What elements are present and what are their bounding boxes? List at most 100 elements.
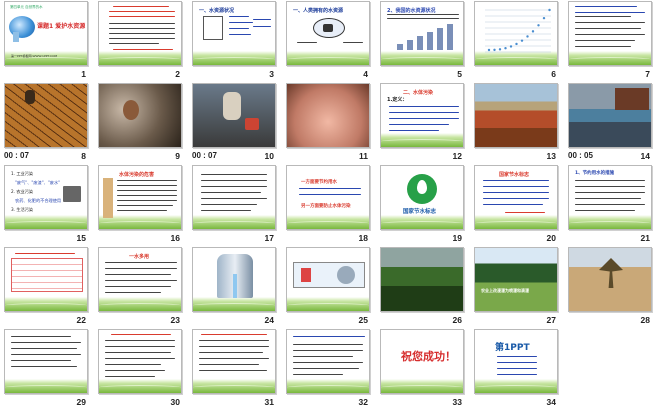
- text-line: [199, 340, 269, 342]
- slide-thumbnail-25[interactable]: 25: [282, 246, 376, 328]
- text-line: [389, 124, 449, 126]
- text-line: [201, 204, 257, 206]
- slide-number: 15: [76, 233, 86, 243]
- slide-thumbnail-21[interactable]: 1、节约用水的措施 21: [564, 164, 658, 246]
- slide-thumbnail-11[interactable]: 11: [282, 82, 376, 164]
- slide-thumbnail-4[interactable]: 一、人类拥有的水资源 4: [282, 0, 376, 82]
- slide-thumbnail-7[interactable]: 7: [564, 0, 658, 82]
- text-line: [299, 188, 361, 190]
- text-line: [575, 192, 645, 194]
- slide-thumbnail-15[interactable]: 1. 工业污染 "废气"、"废渣"、"废水" 2. 农业污染 农药、化肥的不合理使用 3…: [0, 164, 94, 246]
- text-line: [199, 364, 259, 366]
- slide-thumbnail-18[interactable]: 一方面要节约用水 另一方面要防止水体污染 18: [282, 164, 376, 246]
- text-line: [201, 198, 267, 200]
- text-line: [105, 376, 155, 378]
- slide-thumbnail-26[interactable]: 26: [376, 246, 470, 328]
- irrigation-field-photo: [475, 248, 557, 311]
- slide-footer-band: [475, 379, 557, 393]
- slide-thumbnail-23[interactable]: 一水多用 23: [94, 246, 188, 328]
- slide-footer-band: [381, 133, 463, 147]
- slide-footer-band: [99, 379, 181, 393]
- slide-thumbnail-1[interactable]: 第四单元 自然界的水 课题1 爱护水资源 第一PPT模板网-WWW.1PPT.COM…: [0, 0, 94, 82]
- text-line: [199, 352, 263, 354]
- slide-number: 12: [452, 151, 462, 161]
- text-line: [575, 40, 635, 42]
- text-line: [117, 200, 177, 202]
- slide-footer-band: [5, 379, 87, 393]
- slide-thumbnail-17[interactable]: 17: [188, 164, 282, 246]
- chart-bar: [447, 24, 453, 50]
- slide-number: 2: [175, 69, 180, 79]
- text-line: [105, 370, 165, 372]
- slide-number: 10: [264, 151, 274, 161]
- slide-thumbnail-28[interactable]: 28: [564, 246, 658, 328]
- slide-number: 17: [264, 233, 274, 243]
- slide-thumbnail-8[interactable]: 00 : 07 8: [0, 82, 94, 164]
- slide-number: 11: [359, 151, 368, 161]
- slide-thumbnail-29[interactable]: 29: [0, 328, 94, 410]
- text-line: [117, 190, 177, 192]
- chart-point: [548, 8, 551, 12]
- text-line: [575, 204, 645, 206]
- slide-thumbnail-24[interactable]: 24: [188, 246, 282, 328]
- slide-title: 一水多用: [129, 254, 150, 260]
- slide-number: 9: [175, 151, 180, 161]
- slide-thumbnail-14[interactable]: 00 : 05 14: [564, 82, 658, 164]
- slide-footer-band: [569, 215, 651, 229]
- text-line: [201, 174, 267, 176]
- slide-thumbnail-20[interactable]: 国家节水标志 20: [470, 164, 564, 246]
- slide-number: 29: [76, 397, 86, 407]
- water-stream: [233, 274, 237, 298]
- text-line: [389, 130, 439, 132]
- slide-timing: 00 : 07: [192, 151, 217, 160]
- slide-thumbnail-5[interactable]: 2、我国的水资源状况 5: [376, 0, 470, 82]
- ppt-logo: 第1PPT: [495, 343, 530, 353]
- slide-thumbnail-9[interactable]: 9: [94, 82, 188, 164]
- slide-thumbnail-2[interactable]: 2: [94, 0, 188, 82]
- text-line: [109, 33, 175, 35]
- slide-thumbnail-33[interactable]: 祝您成功！ 33: [376, 328, 470, 410]
- slide-thumbnail-13[interactable]: 13: [470, 82, 564, 164]
- slide-thumbnail-6[interactable]: 6: [470, 0, 564, 82]
- child-figure: [123, 100, 139, 120]
- text-line: [293, 350, 363, 352]
- slide-footer-band: [475, 215, 557, 229]
- text-line: [105, 280, 177, 282]
- slide-thumbnail-32[interactable]: 32: [282, 328, 376, 410]
- slide-footer-band: [569, 51, 651, 65]
- text-line: [229, 34, 251, 36]
- slide-thumbnail-19[interactable]: 国家节水标志 19: [376, 164, 470, 246]
- pollution-source-line: "废气"、"废渣"、"废水": [15, 180, 61, 185]
- slide-number: 34: [546, 397, 556, 407]
- slide-thumbnail-30[interactable]: 30: [94, 328, 188, 410]
- slide-timing: 00 : 05: [568, 151, 593, 160]
- text-line: [109, 11, 175, 13]
- slide-thumbnail-16[interactable]: 水体污染的危害 16: [94, 164, 188, 246]
- polluted-river-photo: [475, 84, 557, 147]
- text-line: [575, 16, 631, 18]
- text-line: [117, 185, 177, 187]
- slide-number: 26: [452, 315, 462, 325]
- slide-thumbnail-10[interactable]: 00 : 07 10: [188, 82, 282, 164]
- slide-thumbnail-12[interactable]: 二、水体污染 1.定义： 12: [376, 82, 470, 164]
- slide-thumbnail-27[interactable]: 农业上改漫灌为喷灌和滴灌 27: [470, 246, 564, 328]
- text-line: [11, 342, 81, 344]
- slide-preview: [568, 1, 652, 66]
- text-line: [497, 362, 537, 364]
- slide-preview: [98, 83, 182, 148]
- slide-number: 8: [81, 151, 86, 161]
- slide-thumbnail-3[interactable]: 一、水资源状况 3: [188, 0, 282, 82]
- logo-caption: 国家节水标志: [403, 209, 437, 215]
- text-line: [11, 348, 77, 350]
- slide-thumbnail-31[interactable]: 31: [188, 328, 282, 410]
- water-resource-bar-chart: [397, 24, 453, 50]
- slide-preview: [380, 247, 464, 312]
- slide-footer-band: [193, 215, 275, 229]
- slide-footer-band: [287, 297, 369, 311]
- slide-thumbnail-22[interactable]: 22: [0, 246, 94, 328]
- text-line: [483, 186, 549, 188]
- slide-thumbnail-34[interactable]: 第1PPT 34: [470, 328, 564, 410]
- slide-number: 22: [76, 315, 86, 325]
- slide-footer-band: [99, 297, 181, 311]
- text-line: [575, 180, 645, 182]
